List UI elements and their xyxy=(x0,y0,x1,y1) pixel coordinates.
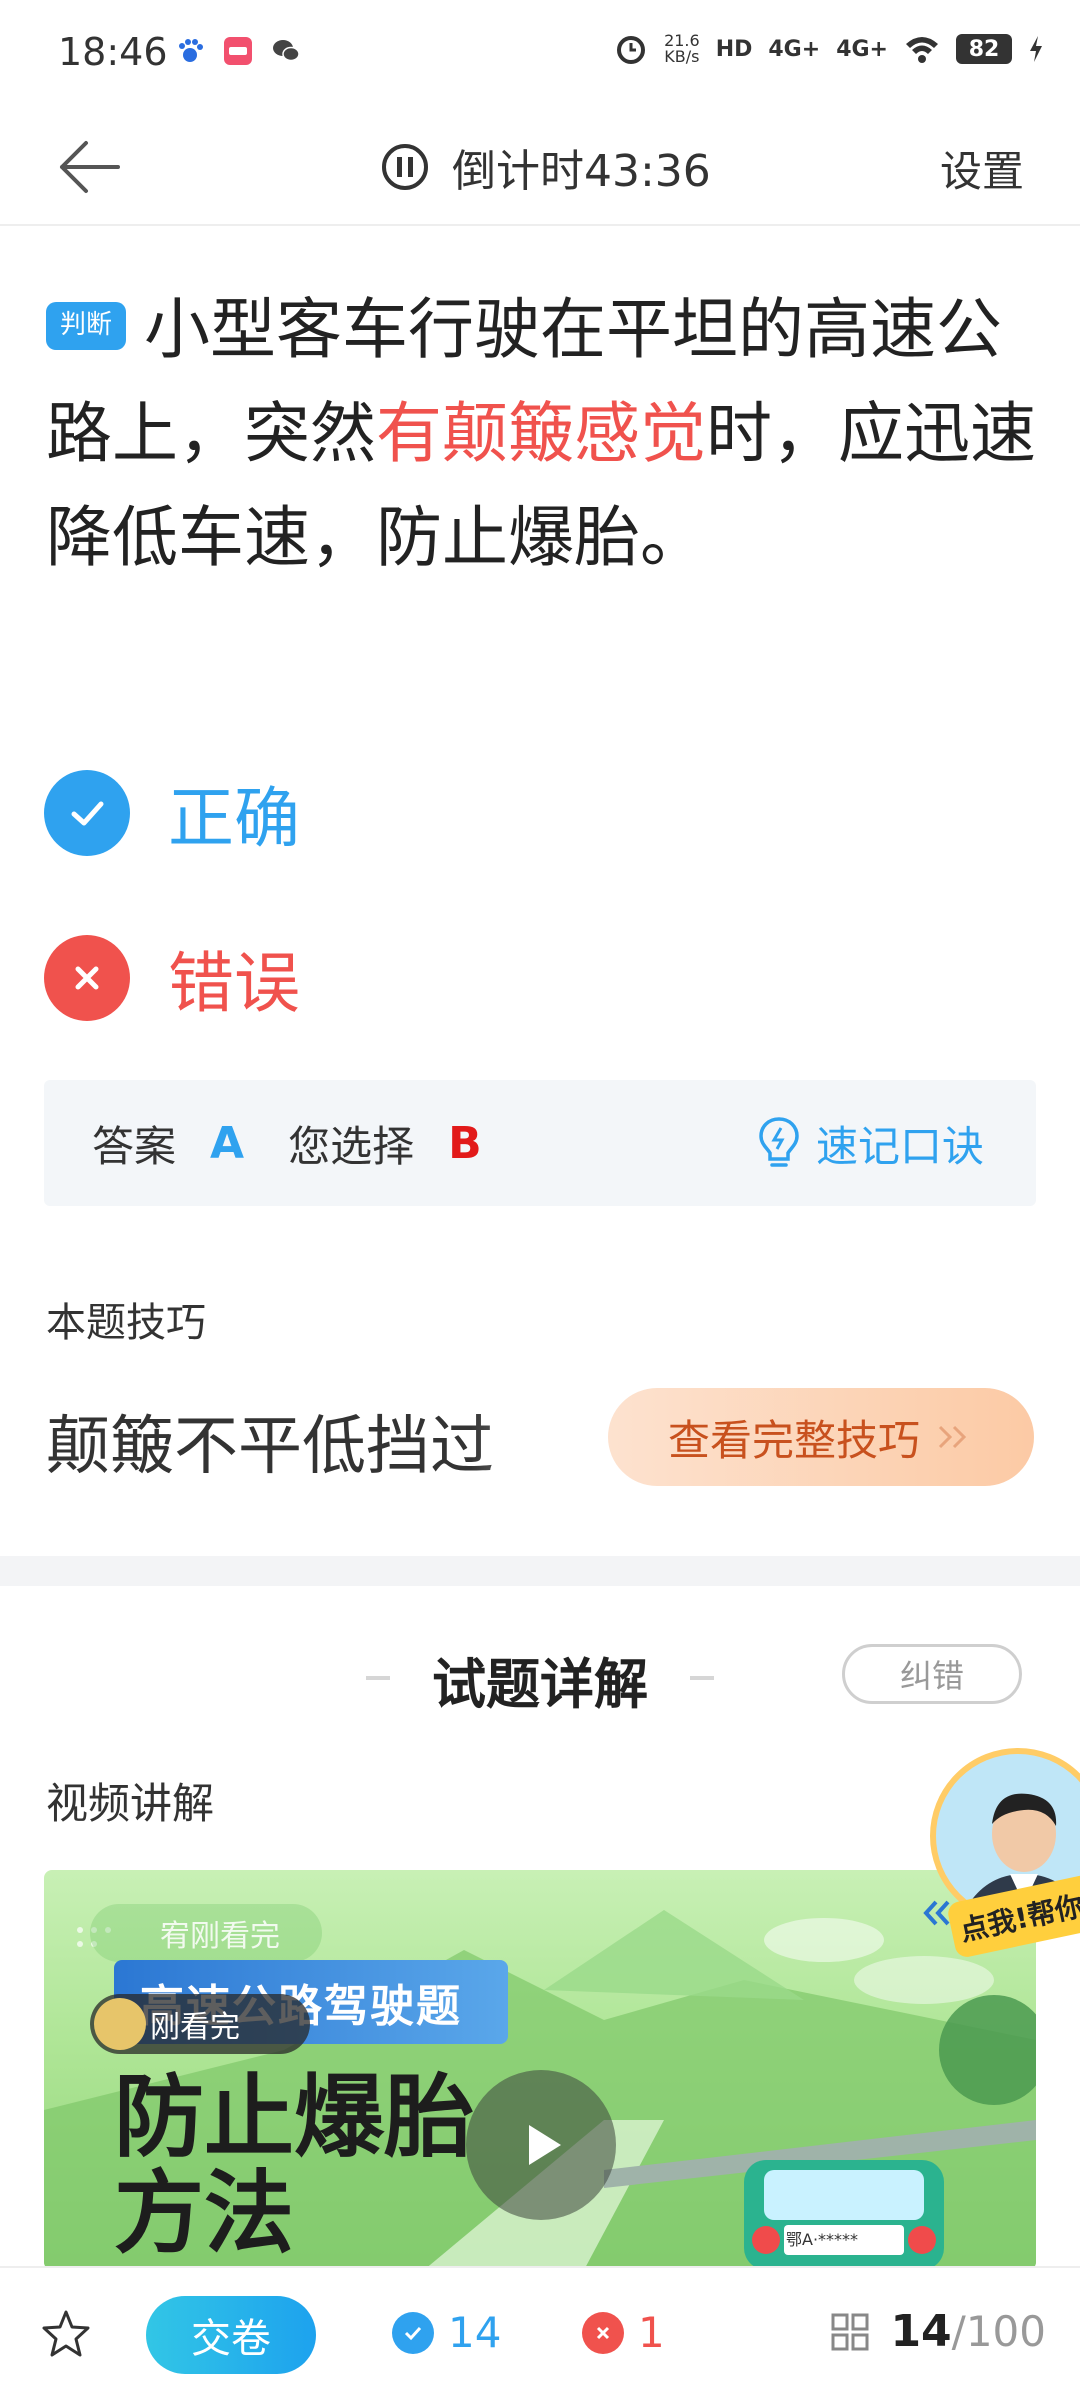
option-label: 正确 xyxy=(168,780,300,857)
correct-count-value: 14 xyxy=(448,2308,502,2357)
cross-circle-icon xyxy=(44,935,130,1021)
tip-title: 本题技巧 xyxy=(46,1300,206,1346)
net-speed: 21.6 KB/s xyxy=(664,33,700,65)
cross-circle-icon xyxy=(582,2311,624,2354)
option-wrong[interactable]: 错误 xyxy=(44,930,300,1026)
play-button[interactable] xyxy=(466,2070,616,2220)
question-text: 判断 小型客车行驶在平坦的高速公路上，突然有颠簸感觉时，应迅速降低车速，防止爆胎。 xyxy=(46,278,1046,590)
lightbulb-icon xyxy=(759,1117,799,1167)
timer-text: 倒计时43:36 xyxy=(452,146,711,197)
wifi-icon xyxy=(906,37,938,63)
pause-icon[interactable] xyxy=(380,142,430,192)
correct-count[interactable]: 14 xyxy=(392,2308,501,2357)
video-title: 防止爆胎 方法 xyxy=(114,2070,474,2262)
view-full-tip-label: 查看完整技巧 xyxy=(667,1415,920,1465)
countdown-timer[interactable]: 倒计时43:36 xyxy=(380,132,711,202)
quick-memo-button[interactable]: 速记口诀 xyxy=(756,1080,984,1206)
selected-value: B xyxy=(448,1117,482,1169)
battery-level: 82 xyxy=(956,34,1012,64)
play-icon xyxy=(529,2125,561,2165)
video-title-line-1: 防止爆胎 xyxy=(114,2065,474,2170)
network-indicator-1: 4G+ xyxy=(768,36,821,62)
video-section-label: 视频讲解 xyxy=(46,1779,215,1828)
total-questions: /100 xyxy=(951,2307,1046,2356)
license-plate: 鄂A·***** xyxy=(786,2230,859,2249)
video-title-line-2: 方法 xyxy=(114,2161,294,2266)
settings-button[interactable]: 设置 xyxy=(940,138,1024,199)
exam-header: 倒计时43:36 设置 xyxy=(0,110,1080,226)
option-label: 错误 xyxy=(168,945,300,1022)
report-error-button[interactable]: 纠错 xyxy=(842,1644,1022,1704)
selected-label: 您选择 xyxy=(288,1121,415,1171)
network-indicator-2: 4G+ xyxy=(836,36,888,62)
answer-value: A xyxy=(210,1117,245,1169)
net-speed-unit: KB/s xyxy=(664,47,700,66)
back-arrow-icon[interactable] xyxy=(56,132,126,202)
viewer-chip-active: 刚看完 xyxy=(90,1994,310,2054)
check-circle-icon xyxy=(392,2311,434,2354)
submit-exam-button[interactable]: 交卷 xyxy=(146,2296,316,2374)
quick-memo-label: 速记口诀 xyxy=(815,1121,984,1171)
viewer-avatar xyxy=(94,1998,146,2050)
notification-icons xyxy=(175,36,301,66)
double-chevron-right-icon xyxy=(938,1425,967,1449)
ai-tutor-float-button[interactable]: 点我!帮你讲 xyxy=(923,1748,1080,1960)
app-badge-icon xyxy=(224,37,252,65)
section-separator xyxy=(0,1556,1080,1586)
status-time: 18:46 xyxy=(58,30,168,74)
wrong-count-value: 1 xyxy=(638,2308,665,2357)
answer-panel: 答案 A 您选择 B 速记口诀 xyxy=(44,1080,1036,1206)
paw-app-icon xyxy=(179,39,203,62)
current-question: 14 xyxy=(890,2306,952,2357)
grid-icon xyxy=(831,2313,869,2350)
question-progress[interactable]: 14/100 xyxy=(830,2306,1046,2357)
question-type-tag: 判断 xyxy=(46,301,127,350)
view-full-tip-button[interactable]: 查看完整技巧 xyxy=(608,1388,1034,1486)
charging-icon xyxy=(1030,36,1042,62)
double-chevron-left-icon xyxy=(923,1900,950,1926)
status-indicators: 21.6 KB/s HD 4G+ 4G+ 82 xyxy=(614,32,1044,66)
video-player[interactable]: 宥刚看完 高速公路驾驶题 刚看完 防止爆胎 方法 鄂A·***** xyxy=(44,1870,1036,2270)
viewer-chip: 宥刚看完 xyxy=(90,1904,322,1962)
bottom-toolbar: 交卷 14 1 14/100 xyxy=(0,2266,1080,2400)
question-highlight: 有颠簸感觉 xyxy=(376,395,706,472)
title-dash-right xyxy=(690,1676,714,1680)
check-circle-icon xyxy=(44,770,130,856)
option-correct[interactable]: 正确 xyxy=(44,765,300,861)
favorite-star-icon[interactable] xyxy=(40,2308,92,2360)
viewer-chip-label: 刚看完 xyxy=(150,2010,240,2045)
answer-label: 答案 xyxy=(92,1121,177,1171)
wechat-icon xyxy=(273,40,300,62)
status-bar: 18:46 21.6 KB/s HD 4G+ 4G+ 82 xyxy=(0,0,1080,110)
alarm-icon xyxy=(617,36,646,64)
wrong-count[interactable]: 1 xyxy=(582,2308,665,2357)
hd-indicator: HD xyxy=(715,36,753,62)
